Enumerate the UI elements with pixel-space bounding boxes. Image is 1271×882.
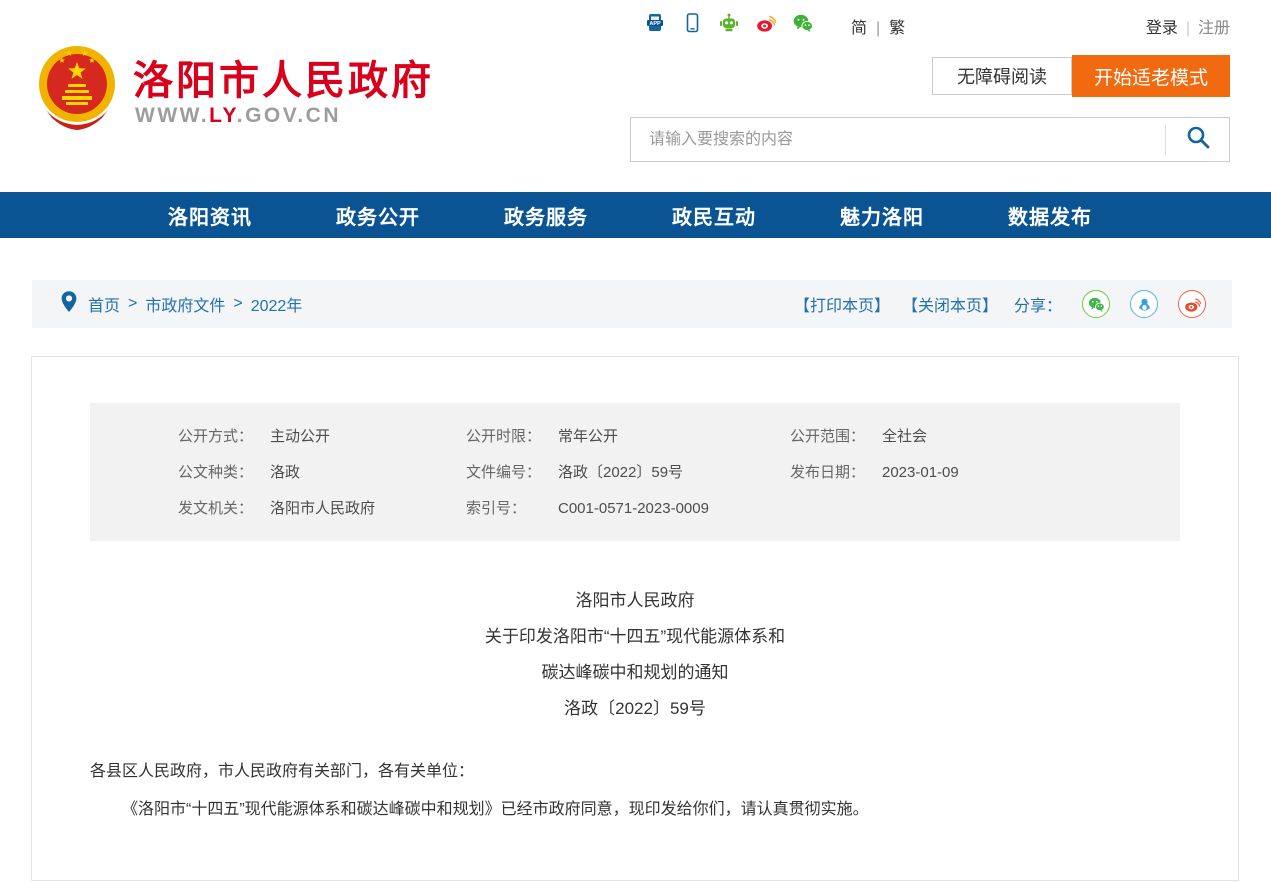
robot-icon[interactable] — [719, 13, 739, 33]
weibo-share-icon[interactable] — [1178, 290, 1206, 318]
document-title-line-1: 洛阳市人民政府 — [90, 583, 1180, 619]
meta-label: 公文种类： — [178, 455, 270, 491]
document-salutation: 各县区人民政府，市人民政府有关部门，各有关单位： — [90, 757, 1180, 787]
meta-publicity-method: 公开方式： 主动公开 — [90, 419, 450, 455]
site-url-rest: .GOV.CN — [237, 104, 341, 127]
meta-label: 发布日期： — [790, 455, 882, 491]
auth-links: 登录 | 注册 — [1146, 14, 1230, 38]
meta-value: C001-0571-2023-0009 — [558, 491, 709, 527]
nav-item-charming-luoyang[interactable]: 魅力洛阳 — [840, 201, 924, 230]
search-icon — [1185, 124, 1211, 155]
meta-value: 洛政 — [270, 455, 300, 491]
search-input[interactable] — [631, 118, 1165, 161]
meta-label: 索引号： — [466, 491, 558, 527]
meta-value: 洛阳市人民政府 — [270, 491, 375, 527]
accessibility-reading-button[interactable]: 无障碍阅读 — [932, 57, 1072, 95]
meta-value: 常年公开 — [558, 419, 618, 455]
lang-simplified[interactable]: 简 — [851, 20, 867, 37]
document-paragraph: 《洛阳市“十四五”现代能源体系和碳达峰碳中和规划》已经市政府同意，现印发给你们，… — [90, 795, 1180, 825]
svg-text:★: ★ — [65, 49, 72, 58]
search-button[interactable] — [1165, 125, 1229, 155]
document-title-line-2: 关于印发洛阳市“十四五”现代能源体系和 — [90, 619, 1180, 655]
nav-item-gov-info[interactable]: 政务公开 — [336, 201, 420, 230]
wechat-icon[interactable] — [793, 13, 813, 33]
meta-value: 全社会 — [882, 419, 927, 455]
meta-label: 公开方式： — [178, 419, 270, 455]
document-number: 洛政〔2022〕59号 — [90, 691, 1180, 727]
meta-value: 洛政〔2022〕59号 — [558, 455, 683, 491]
wechat-share-icon[interactable] — [1082, 290, 1110, 318]
page-tools: 【打印本页】 【关闭本页】 分享： — [794, 290, 1206, 318]
document-title-line-3: 碳达峰碳中和规划的通知 — [90, 655, 1180, 691]
breadcrumb: 首页 > 市政府文件 > 2022年 — [60, 290, 302, 319]
document-title: 洛阳市人民政府 关于印发洛阳市“十四五”现代能源体系和 碳达峰碳中和规划的通知 … — [90, 583, 1180, 727]
breadcrumb-home[interactable]: 首页 — [88, 292, 120, 316]
close-page-button[interactable]: 【关闭本页】 — [902, 292, 998, 316]
meta-label: 发文机关： — [178, 491, 270, 527]
meta-value: 2023-01-09 — [882, 455, 959, 491]
site-search — [630, 117, 1230, 162]
nav-item-luoyang-news[interactable]: 洛阳资讯 — [168, 201, 252, 230]
document-card: 公开方式： 主动公开 公开时限： 常年公开 公开范围： 全社会 公文种类： 洛政… — [31, 356, 1239, 881]
app-icon[interactable]: APP — [645, 13, 665, 33]
login-link[interactable]: 登录 — [1146, 20, 1178, 37]
meta-document-type: 公文种类： 洛政 — [90, 455, 450, 491]
breadcrumb-year-2022[interactable]: 2022年 — [251, 292, 303, 316]
main-navigation: 洛阳资讯 政务公开 政务服务 政民互动 魅力洛阳 数据发布 — [0, 192, 1271, 238]
meta-release-date: 发布日期： 2023-01-09 — [790, 455, 1180, 491]
meta-value: 主动公开 — [270, 419, 330, 455]
register-link[interactable]: 注册 — [1198, 20, 1230, 37]
print-page-button[interactable]: 【打印本页】 — [794, 292, 890, 316]
site-header: APP — [0, 0, 1271, 192]
language-switcher: 简 | 繁 — [851, 14, 905, 38]
breadcrumb-separator: > — [233, 295, 242, 313]
meta-document-number: 文件编号： 洛政〔2022〕59号 — [450, 455, 790, 491]
site-url: WWW.LY.GOV.CN — [135, 104, 341, 128]
header-button-group: 无障碍阅读 开始适老模式 — [932, 55, 1230, 97]
meta-publicity-period: 公开时限： 常年公开 — [450, 419, 790, 455]
weibo-icon[interactable] — [756, 13, 776, 33]
auth-divider: | — [1186, 20, 1190, 37]
meta-label: 文件编号： — [466, 455, 558, 491]
site-url-www: WWW. — [135, 104, 209, 127]
meta-issuing-agency: 发文机关： 洛阳市人民政府 — [90, 491, 450, 527]
location-pin-icon — [60, 290, 78, 319]
document-metadata: 公开方式： 主动公开 公开时限： 常年公开 公开范围： 全社会 公文种类： 洛政… — [90, 403, 1180, 541]
document-body: 各县区人民政府，市人民政府有关部门，各有关单位： 《洛阳市“十四五”现代能源体系… — [90, 757, 1180, 825]
breadcrumb-bar: 首页 > 市政府文件 > 2022年 【打印本页】 【关闭本页】 分享： — [32, 280, 1232, 328]
meta-label: 公开时限： — [466, 419, 558, 455]
nav-item-public-interaction[interactable]: 政民互动 — [672, 201, 756, 230]
meta-empty-cell — [790, 491, 1180, 527]
nav-item-gov-services[interactable]: 政务服务 — [504, 201, 588, 230]
mobile-icon[interactable] — [682, 13, 702, 33]
site-title: 洛阳市人民政府 — [133, 48, 434, 106]
nav-item-data-release[interactable]: 数据发布 — [1008, 201, 1092, 230]
elder-mode-button[interactable]: 开始适老模式 — [1072, 55, 1230, 97]
breadcrumb-separator: > — [128, 295, 137, 313]
share-label: 分享： — [1014, 292, 1062, 316]
meta-publicity-scope: 公开范围： 全社会 — [790, 419, 1180, 455]
lang-divider: | — [876, 20, 880, 37]
site-url-ly: LY — [209, 104, 237, 127]
lang-traditional[interactable]: 繁 — [889, 20, 905, 37]
national-emblem-logo: ★ ★ ★ ★ — [38, 40, 116, 132]
qq-share-icon[interactable] — [1130, 290, 1158, 318]
top-icon-group: APP — [645, 13, 813, 33]
svg-text:★: ★ — [88, 56, 95, 65]
meta-index-number: 索引号： C001-0571-2023-0009 — [450, 491, 790, 527]
breadcrumb-city-documents[interactable]: 市政府文件 — [145, 292, 225, 316]
meta-label: 公开范围： — [790, 419, 882, 455]
svg-text:APP: APP — [649, 21, 661, 27]
